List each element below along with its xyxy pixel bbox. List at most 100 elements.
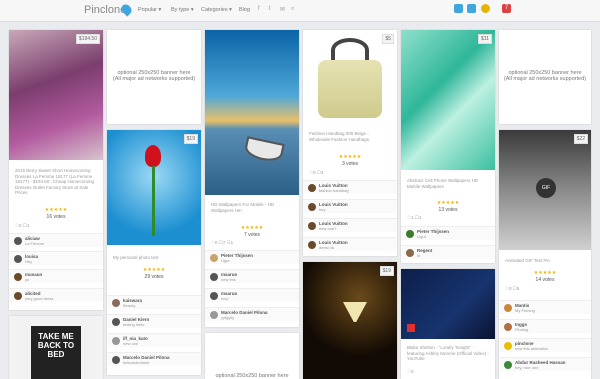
ad-banner-card[interactable]: optional 250x250 banner here (All major … (499, 30, 591, 124)
price-badge: $194.50 (75, 34, 100, 44)
gif-play-icon[interactable]: GIF (536, 178, 556, 198)
comment-item: kaiswara Beauty (107, 295, 201, 309)
comment-item: msaruo new this (205, 269, 299, 283)
comment-text: new one (123, 341, 139, 346)
handbag-handle-shape (331, 38, 369, 62)
ad-banner-card[interactable]: optional 250x250 banner here (All major … (107, 30, 201, 124)
pin-description: Blake Shelton - "Lonely Tonight" featuri… (407, 345, 489, 361)
email-icon[interactable]: ✉ (280, 6, 285, 13)
pin-card-tulips[interactable]: $19 My personal photo test ★★★★★ 29 vote… (107, 130, 201, 375)
comment-item: Regent hi (401, 245, 495, 259)
ad-banner-card[interactable]: optional 250x250 banner here (205, 333, 299, 379)
avatar (210, 292, 218, 300)
rating-stars[interactable]: ★★★★★ (499, 270, 591, 276)
comment-item: musaun yo (9, 269, 103, 283)
comment-text: Beauty (123, 303, 136, 308)
boat-image[interactable] (205, 30, 299, 195)
nav-blog[interactable]: Blog (239, 7, 250, 13)
comment-text: beleanderlaner (123, 360, 150, 365)
dress-image[interactable] (9, 30, 103, 160)
comment-text: very good dress (25, 296, 54, 301)
drink-image[interactable] (303, 262, 397, 379)
nav-categories[interactable]: Categories ▾ (201, 7, 232, 13)
avatar (308, 203, 316, 211)
comment-text: La Femme (25, 241, 45, 246)
top-header: Pinclone Popular ▾ By type ▾ Categories … (0, 0, 600, 22)
comment-item: Louis Vuitton hey (303, 199, 397, 213)
avatar (504, 342, 512, 350)
vote-count: 7 votes (243, 232, 261, 238)
comment-item: pinclone new this animation (499, 338, 591, 352)
add-pin-icon[interactable] (454, 4, 463, 13)
video-thumbnail[interactable] (401, 269, 495, 339)
comment-text: Hey (25, 259, 33, 264)
avatar (504, 361, 512, 369)
comment-item: Pieter Thijssen Ligut (401, 226, 495, 240)
site-logo[interactable]: Pinclone (84, 4, 126, 16)
price-badge: $19 (379, 266, 394, 276)
facebook-icon[interactable]: f (258, 6, 260, 12)
ad-banner-text: optional 250x250 banner here (All major … (503, 70, 587, 82)
twitter-icon[interactable]: t (269, 6, 271, 12)
comment-text: My Pinning (515, 308, 535, 313)
comment-text: Pinning (515, 327, 529, 332)
comment-text: yyfgyfg (221, 315, 234, 320)
avatar (112, 337, 120, 345)
nav-by-type[interactable]: By type ▾ (171, 7, 194, 13)
rating-stars[interactable]: ★★★★★ (401, 200, 495, 206)
pin-card-take-me-back[interactable]: TAKE ME BACK TO BED (9, 316, 103, 379)
comment-text: hey! (221, 296, 229, 301)
avatar (112, 356, 120, 364)
comment-item: msaruo hey! (205, 288, 299, 302)
price-badge: $11 (478, 34, 492, 44)
avatar (504, 323, 512, 331)
comment-item: alicited very good dress (9, 288, 103, 302)
pin-stats: ♡0 ☐7 ☷1 (211, 240, 234, 245)
abstract-image[interactable] (401, 30, 495, 170)
comment-item: Louis Vuitton fashion handbag (303, 180, 397, 194)
comment-text: hey, nice one (515, 365, 539, 370)
comment-text: hey (319, 207, 326, 212)
pin-stats: ♡0 (407, 369, 414, 374)
comment-text: fashion handbag (319, 188, 349, 193)
pin-description: HD Wallpapers For Mobile - HD Wallpapers… (211, 202, 275, 213)
comment-item: Marcelo Daniel Pilona yyfgyfg (205, 307, 299, 321)
pin-card-abstract[interactable]: $11 Abstract Cell Phone Wallpapers HD Mo… (401, 30, 495, 263)
comment-item: ilf_nia_kato new one (107, 333, 201, 347)
youtube-play-icon[interactable] (407, 324, 415, 332)
comment-item: Inggs Pinning (499, 319, 591, 333)
comment-text: testing hello (123, 322, 145, 327)
pin-card-gif[interactable]: GIF $22 Animated GIF Test Pin ★★★★★ 14 v… (499, 130, 591, 379)
comment-text: demo ok (319, 245, 335, 250)
pin-card-dress[interactable]: $194.50 2015 Berry Sweet Short Homecomin… (9, 30, 103, 310)
vote-count: 14 votes (535, 277, 555, 283)
pin-stats: ♡0 ☐3 (309, 170, 324, 175)
nav-popular[interactable]: Popular ▾ (138, 7, 161, 13)
rating-stars[interactable]: ★★★★★ (205, 225, 299, 231)
tulip-stem-shape (152, 166, 155, 236)
pin-stats: ♡0 ☐1 (15, 223, 30, 228)
avatar (14, 292, 22, 300)
rating-stars[interactable]: ★★★★★ (9, 207, 103, 213)
avatar (504, 304, 512, 312)
avatar (308, 222, 316, 230)
pin-description: Abstract Cell Phone Wallpapers HD Mobile… (407, 178, 479, 189)
rating-stars[interactable]: ★★★★★ (107, 267, 201, 273)
pin-card-drink[interactable]: $19 (303, 262, 397, 379)
boards-icon[interactable] (467, 4, 476, 13)
comment-item: Louis Vuitton new one? (303, 218, 397, 232)
pin-description: My personal photo test (113, 255, 159, 260)
avatar (210, 254, 218, 262)
rating-stars[interactable]: ★★★★★ (303, 154, 397, 160)
vote-count: 29 votes (144, 274, 164, 280)
avatar (14, 237, 22, 245)
price-badge: $19 (183, 134, 198, 144)
pin-card-video[interactable]: Blake Shelton - "Lonely Tonight" featuri… (401, 269, 495, 379)
pin-card-boat[interactable]: HD Wallpapers For Mobile - HD Wallpapers… (205, 30, 299, 327)
user-avatar[interactable] (481, 4, 490, 13)
search-icon[interactable]: ⌕ (291, 6, 294, 13)
handbag-body-shape (318, 60, 382, 118)
comment-item: Louis Vuitton demo ok (303, 237, 397, 251)
notification-badge[interactable]: 7 (502, 4, 511, 13)
pin-card-handbag[interactable]: $5 Fashion Handbag 009 Beige - Wholesale… (303, 30, 397, 256)
